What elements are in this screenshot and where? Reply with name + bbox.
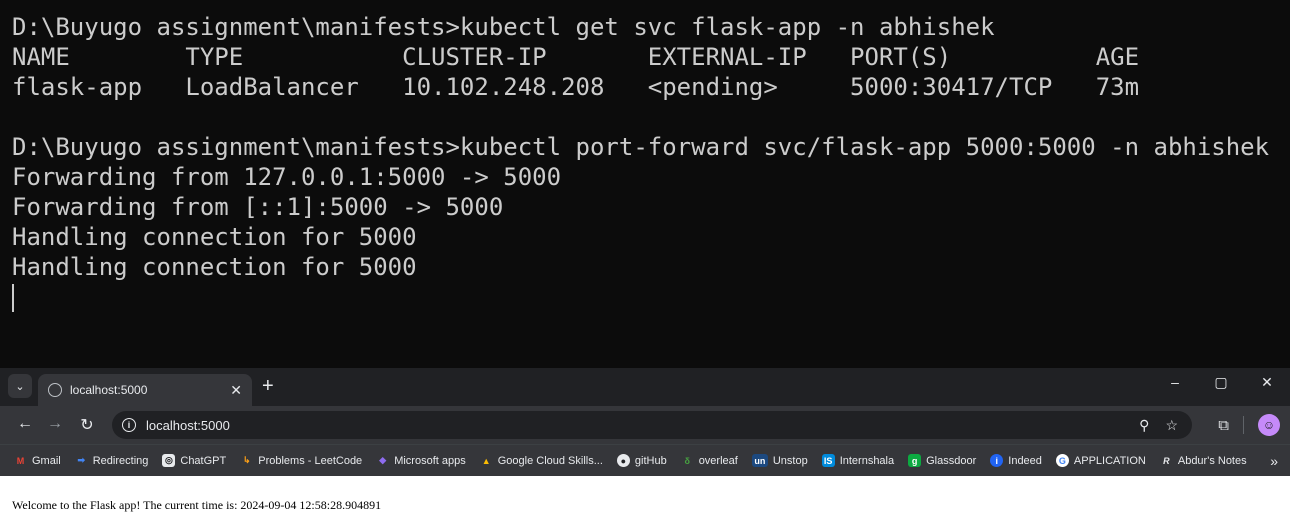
bookmark-overleaf[interactable]: δ overleaf [681, 454, 738, 467]
terminal-window[interactable]: D:\Buyugo assignment\manifests>kubectl g… [0, 0, 1290, 368]
bookmark-label: overleaf [698, 454, 738, 467]
profile-avatar[interactable]: ☺ [1258, 414, 1280, 436]
bookmark-label: Abdur's Notes [1177, 454, 1247, 467]
bookmark-label: gitHub [634, 454, 667, 467]
bookmark-google-cloud[interactable]: ▲ Google Cloud Skills... [480, 454, 603, 467]
bookmarks-overflow-icon[interactable]: » [1270, 453, 1278, 469]
unstop-icon: un [751, 454, 768, 467]
bookmark-leetcode[interactable]: ↳ Problems - LeetCode [240, 454, 362, 467]
glassdoor-icon: g [908, 454, 922, 467]
leetcode-icon: ↳ [242, 455, 251, 465]
gmail-icon: M [16, 455, 25, 466]
bookmark-redirecting[interactable]: ➡ Redirecting [75, 454, 149, 467]
terminal-line: Forwarding from [::1]:5000 -> 5000 [12, 193, 504, 221]
bookmark-label: Problems - LeetCode [258, 454, 363, 467]
bookmark-abdurs-notes[interactable]: R Abdur's Notes [1160, 454, 1247, 467]
notes-icon: R [1163, 455, 1170, 466]
toolbar-divider [1243, 416, 1244, 434]
bookmark-label: Internshala [839, 454, 895, 467]
text-cursor [12, 284, 14, 312]
tab-localhost[interactable]: localhost:5000 ✕ [38, 374, 252, 406]
bookmark-label: Google Cloud Skills... [497, 454, 603, 467]
terminal-line: D:\Buyugo assignment\manifests>kubectl p… [12, 133, 1270, 161]
chatgpt-icon: ◎ [162, 454, 176, 467]
bookmark-gmail[interactable]: M Gmail [14, 454, 61, 467]
extensions-icon[interactable]: ⧉ [1218, 417, 1229, 434]
terminal-line: flask-app LoadBalancer 10.102.248.208 <p… [12, 73, 1140, 101]
terminal-line: NAME TYPE CLUSTER-IP EXTERNAL-IP PORT(S)… [12, 43, 1140, 71]
terminal-line: D:\Buyugo assignment\manifests>kubectl g… [12, 13, 995, 41]
forward-icon[interactable]: → [44, 415, 66, 433]
bookmark-label: Unstop [772, 454, 808, 467]
welcome-message: Welcome to the Flask app! The current ti… [12, 498, 382, 512]
close-icon[interactable]: ✕ [230, 382, 242, 399]
terminal-line: Forwarding from 127.0.0.1:5000 -> 5000 [12, 163, 562, 191]
bookmark-indeed[interactable]: i Indeed [990, 454, 1042, 467]
toolbar-right: ⧉ ☺ [1218, 414, 1280, 436]
redirect-icon: ➡ [77, 455, 85, 465]
zoom-icon[interactable]: ⚲ [1139, 417, 1149, 434]
new-tab-button[interactable]: + [262, 376, 274, 396]
bookmark-application[interactable]: G APPLICATION [1055, 454, 1146, 467]
tab-title: localhost:5000 [70, 383, 148, 397]
window-close-button[interactable]: ✕ [1244, 374, 1290, 391]
bookmark-github[interactable]: ● gitHub [616, 454, 667, 467]
bookmark-microsoft-apps[interactable]: ◆ Microsoft apps [376, 454, 466, 467]
tab-search-button[interactable]: ⌄ [8, 374, 32, 398]
globe-icon [48, 383, 62, 397]
overleaf-icon: δ [684, 455, 690, 466]
minimize-button[interactable]: – [1152, 374, 1198, 391]
tab-bar: ⌄ localhost:5000 ✕ + – ▢ ✕ [0, 368, 1290, 406]
terminal-line: Handling connection for 5000 [12, 223, 417, 251]
bookmark-label: Redirecting [92, 454, 149, 467]
google-icon: G [1055, 454, 1069, 467]
bookmark-label: Indeed [1008, 454, 1042, 467]
internshala-icon: IS [821, 454, 835, 467]
bookmark-label: APPLICATION [1073, 454, 1146, 467]
bookmark-label: Glassdoor [926, 454, 977, 467]
site-info-icon[interactable]: i [122, 418, 136, 432]
microsoft-icon: ◆ [379, 455, 387, 465]
address-bar-actions: ⚲ ☆ [1139, 417, 1178, 434]
restore-button[interactable]: ▢ [1198, 374, 1244, 391]
window-controls: – ▢ ✕ [1152, 374, 1290, 391]
bookmark-label: Microsoft apps [394, 454, 466, 467]
indeed-icon: i [990, 454, 1004, 467]
reload-icon[interactable]: ↻ [76, 415, 98, 435]
bookmarks-bar: M Gmail ➡ Redirecting ◎ ChatGPT ↳ Proble… [0, 444, 1290, 476]
address-bar[interactable]: i localhost:5000 ⚲ ☆ [112, 411, 1192, 439]
github-icon: ● [616, 454, 630, 467]
bookmark-unstop[interactable]: un Unstop [751, 454, 808, 467]
bookmark-label: Gmail [32, 454, 61, 467]
bookmark-chatgpt[interactable]: ◎ ChatGPT [162, 454, 226, 467]
bookmark-star-icon[interactable]: ☆ [1165, 417, 1178, 434]
bookmark-label: ChatGPT [180, 454, 227, 467]
page-content: Welcome to the Flask app! The current ti… [0, 476, 1290, 516]
browser-window: ⌄ localhost:5000 ✕ + – ▢ ✕ ← → ↻ i local… [0, 368, 1290, 516]
chevron-down-icon: ⌄ [15, 380, 25, 393]
bookmark-internshala[interactable]: IS Internshala [821, 454, 895, 467]
bookmark-glassdoor[interactable]: g Glassdoor [908, 454, 976, 467]
url-text: localhost:5000 [146, 417, 230, 433]
google-cloud-icon: ▲ [481, 455, 491, 466]
terminal-cursor-line [12, 282, 1290, 312]
browser-toolbar: ← → ↻ i localhost:5000 ⚲ ☆ ⧉ ☺ [0, 406, 1290, 444]
terminal-line: Handling connection for 5000 [12, 253, 417, 281]
back-icon[interactable]: ← [14, 415, 36, 433]
